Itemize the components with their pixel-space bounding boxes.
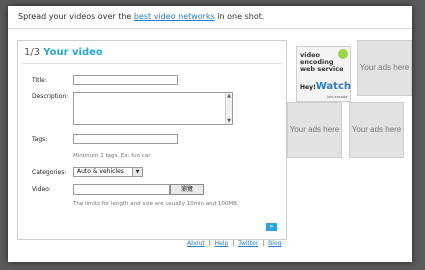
ad-placeholder-3[interactable]: Your ads here [349, 102, 404, 158]
footer-about-link[interactable]: About [187, 240, 205, 247]
heywatch-brand-prefix: Hey! [300, 84, 316, 91]
categories-select[interactable]: Auto & vehicles ▼ [73, 167, 143, 177]
ad-placeholder-text: Your ads here [351, 125, 402, 134]
categories-label: Categories: [32, 169, 67, 176]
footer-links: About | Help | Twitter | Blog [187, 240, 281, 247]
heywatch-text-line: web service [300, 65, 344, 73]
description-label: Description: [32, 93, 69, 100]
description-scrollbar[interactable]: ▲ ▼ [225, 93, 232, 124]
tags-label: Tags: [32, 136, 48, 143]
heywatch-description: video encoding web service [300, 52, 344, 73]
categories-selected-value: Auto & vehicles [77, 168, 124, 175]
ad-placeholder-text: Your ads here [359, 63, 410, 72]
heywatch-brand-name: Watch [315, 81, 351, 92]
best-video-networks-link[interactable]: best video networks [134, 12, 215, 21]
tags-hint: Minimum 2 tags. Ex: fun car [73, 153, 151, 159]
video-hint: The limits for length and size are usual… [73, 201, 239, 207]
title-label: Title: [32, 77, 47, 84]
footer-blog-link[interactable]: Blog [268, 240, 281, 247]
next-button[interactable]: » [266, 223, 277, 231]
scroll-down-icon[interactable]: ▼ [226, 118, 232, 124]
footer-separator: | [232, 240, 235, 247]
header-text-after: in one shot. [217, 12, 265, 21]
title-field[interactable] [73, 75, 178, 85]
footer-separator: | [208, 240, 211, 247]
footer-separator: | [262, 240, 265, 247]
video-form: 1/3 Your video Title: Description: ▲ ▼ T… [17, 40, 287, 240]
scroll-up-icon[interactable]: ▲ [226, 93, 232, 99]
form-heading: Your video [43, 47, 103, 58]
main-panel: Spread your videos over the best video n… [8, 6, 412, 262]
browse-button[interactable]: 瀏覽 [170, 184, 204, 195]
chevron-down-icon[interactable]: ▼ [132, 168, 142, 176]
ad-placeholder-1[interactable]: Your ads here [357, 40, 412, 96]
form-step: 1/3 [24, 47, 41, 58]
header-tagline: Spread your videos over the best video n… [18, 12, 264, 21]
description-field[interactable]: ▲ ▼ [73, 92, 233, 125]
footer-twitter-link[interactable]: Twitter [238, 240, 258, 247]
form-title-divider [22, 63, 282, 64]
header-text-before: Spread your videos over the [18, 12, 132, 21]
heywatch-brand: Hey!Watch [300, 81, 351, 92]
header-divider [8, 28, 412, 29]
ad-placeholder-text: Your ads here [289, 125, 340, 134]
ad-placeholder-2[interactable]: Your ads here [287, 102, 342, 158]
video-label: Video: [32, 186, 51, 193]
heywatch-tagline: Just encode [327, 95, 348, 99]
heywatch-ad[interactable]: video encoding web service Hey!Watch Jus… [296, 46, 351, 102]
footer-help-link[interactable]: Help [215, 240, 229, 247]
form-title: 1/3 Your video [24, 47, 103, 58]
tags-field[interactable] [73, 134, 178, 144]
video-file-field[interactable] [73, 184, 170, 195]
